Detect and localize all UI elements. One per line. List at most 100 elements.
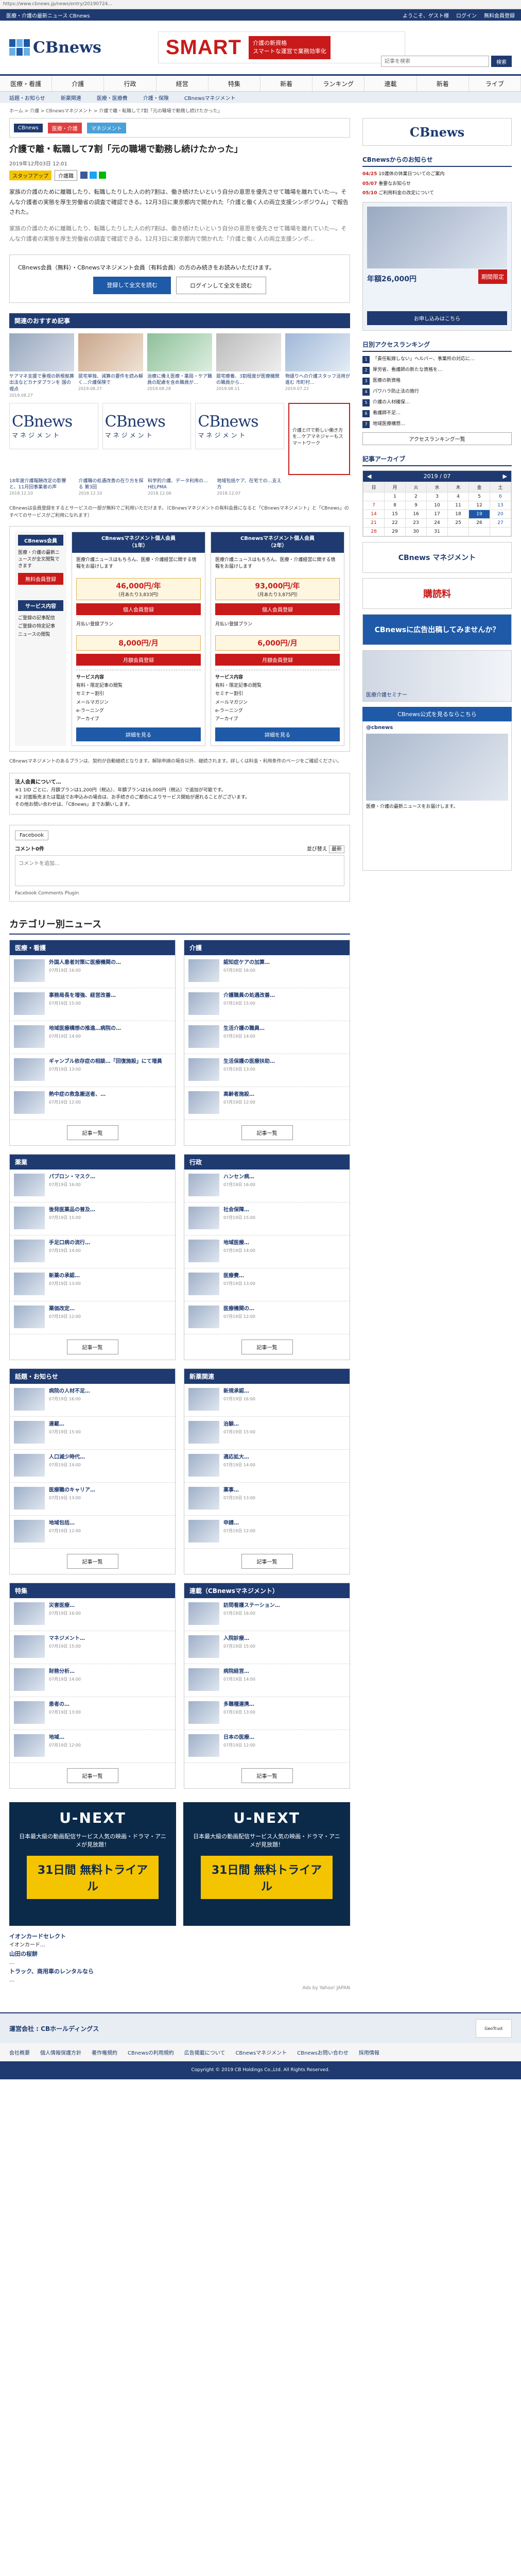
category-news-item[interactable]: ハンセン病… 07月19日 16:00 xyxy=(184,1170,350,1202)
month-register-button[interactable]: 月額会員登録 xyxy=(76,654,201,666)
nav-item[interactable]: 行政 xyxy=(104,76,157,91)
text-ad[interactable]: 山田の桜餅… xyxy=(9,1950,350,1967)
calendar-day[interactable]: 17 xyxy=(426,509,448,519)
management-logo[interactable]: CBnews マネジメント xyxy=(9,402,98,449)
plan-register-button[interactable]: 個人会員登録 xyxy=(215,603,340,615)
category-badge[interactable]: スタッフアップ xyxy=(9,170,51,180)
category-name[interactable]: 薬業 xyxy=(10,1154,175,1170)
recommend-item[interactable]: 物語りへの介護スタッフ活用が進む 市町村… 2019.07.22 xyxy=(285,333,350,398)
side-box-management[interactable]: CBnews マネジメント xyxy=(362,541,512,573)
category-news-item[interactable]: 地域医療… 07月19日 14:00 xyxy=(184,1235,350,1268)
strip-tag[interactable]: 医療・介護 xyxy=(47,122,82,133)
comment-sort[interactable]: 並び替え 最新 xyxy=(307,844,344,853)
side-box-advertise[interactable]: CBnewsに広告出稿してみませんか？ xyxy=(362,614,512,645)
search-button[interactable]: 検索 xyxy=(491,56,512,67)
category-news-item[interactable]: 生活保護の医療扶助… 07月19日 13:00 xyxy=(184,1054,350,1087)
side-ad[interactable]: 年額26,000円 期間限定 お申し込みはこちら xyxy=(362,201,512,331)
category-news-item[interactable]: 治験… 07月19日 15:00 xyxy=(184,1417,350,1450)
category-name[interactable]: 行政 xyxy=(184,1154,350,1170)
footer-link[interactable]: CBnewsマネジメント xyxy=(235,2048,287,2056)
seminar-banner[interactable]: 医療介護セミナー xyxy=(362,650,512,702)
keyword-badge[interactable]: 介護職 xyxy=(55,170,77,181)
category-more-button[interactable]: 記事一覧 xyxy=(66,1553,118,1569)
recommend-item[interactable]: 治療に備え医療・薬局・ケア職員の配慮を含め職員が… 2019.08.28 xyxy=(147,333,212,398)
calendar-next-icon[interactable]: ▶ xyxy=(503,473,507,480)
calendar-day[interactable]: 14 xyxy=(363,509,385,519)
login-button[interactable]: ログインして全文を読む xyxy=(176,276,266,294)
category-news-item[interactable]: 薬事… 07月19日 13:00 xyxy=(184,1483,350,1516)
calendar-day[interactable]: 28 xyxy=(363,527,385,536)
side-ad-cta[interactable]: お申し込みはこちら xyxy=(367,311,507,325)
browser-url[interactable]: https://www.cbnews.jp/news/entry/2019072… xyxy=(0,0,521,9)
category-name[interactable]: 新薬関連 xyxy=(184,1368,350,1384)
ads-by-label[interactable]: Ads by Yahoo! JAPAN xyxy=(9,1985,350,1992)
calendar-day[interactable]: 8 xyxy=(384,500,406,510)
calendar-day[interactable]: 31 xyxy=(426,527,448,536)
category-news-item[interactable]: 社会保障… 07月19日 15:00 xyxy=(184,1202,350,1235)
category-news-item[interactable]: 人口減少時代… 07月19日 14:00 xyxy=(10,1450,175,1483)
nav-item[interactable]: 新着 xyxy=(417,76,469,91)
nav-item[interactable]: 新着 xyxy=(260,76,313,91)
calendar-day[interactable]: 19 xyxy=(468,509,490,519)
recommend-item[interactable]: 18年度介護報酬改定の影響と、11月回事業者の声 2018.12.10 xyxy=(9,478,75,496)
category-news-item[interactable]: 熱中症の救急搬送者、… 07月19日 12:00 xyxy=(10,1087,175,1120)
calendar-day[interactable]: 24 xyxy=(426,518,448,528)
calendar-day[interactable]: 7 xyxy=(363,500,385,510)
management-logo[interactable]: CBnews マネジメント xyxy=(195,402,285,449)
category-news-item[interactable]: 多職種連携… 07月19日 13:00 xyxy=(184,1697,350,1730)
category-more-button[interactable]: 記事一覧 xyxy=(66,1768,118,1783)
notice-item[interactable]: 05/10 ご利用料金の改定について xyxy=(362,190,512,197)
calendar-day[interactable]: 2 xyxy=(405,492,427,501)
ranking-item[interactable]: 1 「責任転嫁しない」ヘルパー、事業所の対応に… xyxy=(362,355,512,363)
text-ad[interactable]: トラック、商用車のレンタルなら… xyxy=(9,1967,350,1985)
facebook-plugin-label[interactable]: Facebook Comments Plugin xyxy=(15,891,344,896)
calendar-day[interactable]: 5 xyxy=(468,492,490,501)
recommend-item[interactable]: 居宅療養、3割程度が医療機関の職員から… 2019.08.11 xyxy=(216,333,281,398)
calendar-day[interactable]: 11 xyxy=(447,500,469,510)
ranking-item[interactable]: 6 看護師不足… xyxy=(362,410,512,417)
category-news-item[interactable]: 高齢者施設… 07月19日 12:00 xyxy=(184,1087,350,1120)
category-news-item[interactable]: 適応拡大… 07月19日 14:00 xyxy=(184,1450,350,1483)
category-news-item[interactable]: 財務分析… 07月19日 14:00 xyxy=(10,1664,175,1697)
calendar-day[interactable]: 22 xyxy=(384,518,406,528)
calendar-day[interactable]: 27 xyxy=(490,518,511,528)
category-news-item[interactable]: 薬価改定… 07月19日 12:00 xyxy=(10,1301,175,1334)
search-input[interactable] xyxy=(381,56,489,67)
category-news-item[interactable]: 介護職員の処遇改善… 07月19日 15:00 xyxy=(184,988,350,1021)
category-news-item[interactable]: 事務局長を増強、経営改善… 07月19日 15:00 xyxy=(10,988,175,1021)
nav-item[interactable]: 経営 xyxy=(157,76,209,91)
plan-detail-button[interactable]: 詳細を見る xyxy=(76,727,201,742)
ranking-item[interactable]: 2 厚労省、看護師の新たな資格を… xyxy=(362,366,512,374)
subnav-item[interactable]: CBnewsマネジメント xyxy=(184,94,236,101)
header-ad-banner[interactable]: SMART 介護の新資格 スマートな運営で業務効率化 xyxy=(158,31,405,63)
twitter-account[interactable]: @cbnews xyxy=(366,725,508,731)
notice-item[interactable]: 05/07 重要なお知らせ xyxy=(362,181,512,188)
calendar-day[interactable]: 9 xyxy=(405,500,427,510)
category-news-item[interactable]: 後発医薬品の普及… 07月19日 15:00 xyxy=(10,1202,175,1235)
category-news-item[interactable]: パブロン・マスク… 07月19日 16:00 xyxy=(10,1170,175,1202)
category-more-button[interactable]: 記事一覧 xyxy=(241,1125,293,1140)
follow-button[interactable]: CBnews公式を見るならこちら xyxy=(362,706,512,721)
category-news-item[interactable]: 入院診療… 07月19日 15:00 xyxy=(184,1631,350,1664)
top-link-login[interactable]: ログイン xyxy=(456,11,477,19)
side-box-subscription[interactable]: 購読料 xyxy=(362,578,512,609)
category-news-item[interactable]: 新規承認… 07月19日 16:00 xyxy=(184,1384,350,1417)
nav-item[interactable]: 介護 xyxy=(52,76,105,91)
month-register-button[interactable]: 月額会員登録 xyxy=(215,654,340,666)
comment-input[interactable] xyxy=(15,855,344,886)
category-news-item[interactable]: 医療職のキャリア… 07月19日 13:00 xyxy=(10,1483,175,1516)
category-name[interactable]: 介護 xyxy=(184,940,350,955)
calendar-day[interactable]: 21 xyxy=(363,518,385,528)
nav-item[interactable]: 特集 xyxy=(209,76,261,91)
category-news-item[interactable]: 地域包括… 07月19日 12:00 xyxy=(10,1516,175,1549)
category-name[interactable]: 医療・看護 xyxy=(10,940,175,955)
category-name[interactable]: 特集 xyxy=(10,1583,175,1598)
facebook-icon[interactable] xyxy=(80,172,88,179)
recommend-item[interactable]: 居宅単独、減算の要件を読み解く…介護保険で 2019.08.27 xyxy=(78,333,143,398)
strip-tag[interactable]: マネジメント xyxy=(86,122,126,133)
calendar-day[interactable]: 20 xyxy=(490,509,511,519)
ranking-item[interactable]: 5 介護の人材確保… xyxy=(362,399,512,406)
category-news-item[interactable]: 申請… 07月19日 12:00 xyxy=(184,1516,350,1549)
category-more-button[interactable]: 記事一覧 xyxy=(241,1553,293,1569)
notice-item[interactable]: 04/25 10連休の休業日ついてのご案内 xyxy=(362,171,512,178)
